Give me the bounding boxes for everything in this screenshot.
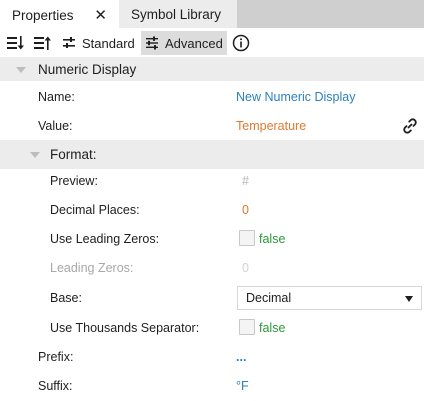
property-row-name: Name: New Numeric Display	[0, 82, 424, 111]
preview-value: #	[242, 173, 249, 188]
sort-descending-icon	[34, 36, 51, 50]
format-title: Format:	[50, 147, 97, 162]
toolbar: Standard Advanced	[0, 28, 424, 58]
property-row-decimal-places: Decimal Places: 0	[0, 195, 424, 224]
base-select-value: Decimal	[246, 291, 292, 305]
tab-symbol-library[interactable]: Symbol Library	[119, 0, 237, 28]
suffix-value[interactable]: °F	[236, 379, 249, 393]
tab-symbol-library-label: Symbol Library	[131, 6, 222, 22]
base-select[interactable]: Decimal	[237, 286, 422, 310]
leading-zeros-label: Leading Zeros:	[50, 260, 134, 275]
info-button[interactable]	[232, 31, 250, 55]
sort-ascending-button[interactable]	[6, 31, 26, 55]
dropdown-arrow-icon	[405, 296, 413, 302]
sort-descending-button[interactable]	[33, 31, 53, 55]
use-thousands-separator-label: Use Thousands Separator:	[50, 320, 200, 335]
tab-properties[interactable]: Properties ✕	[0, 0, 119, 28]
chevron-down-icon[interactable]	[16, 67, 26, 73]
use-leading-zeros-checkbox[interactable]	[239, 230, 255, 246]
section-title: Numeric Display	[38, 61, 137, 77]
chevron-down-icon[interactable]	[30, 152, 40, 158]
use-leading-zeros-label: Use Leading Zeros:	[50, 231, 160, 246]
decimal-places-value[interactable]: 0	[242, 203, 249, 217]
sliders-icon	[63, 37, 75, 48]
preview-label: Preview:	[50, 173, 98, 188]
standard-button[interactable]: Standard	[62, 31, 135, 55]
advanced-label: Advanced	[165, 35, 223, 51]
prefix-label: Prefix:	[38, 349, 74, 364]
value-label: Value:	[38, 118, 73, 133]
property-row-preview: Preview: #	[0, 166, 424, 195]
link-icon[interactable]	[401, 117, 419, 135]
standard-label: Standard	[82, 35, 135, 51]
use-leading-zeros-value: false	[259, 231, 286, 246]
advanced-button[interactable]: Advanced	[141, 31, 227, 55]
use-thousands-separator-checkbox[interactable]	[239, 319, 255, 335]
name-value[interactable]: New Numeric Display	[236, 90, 355, 104]
suffix-label: Suffix:	[38, 378, 73, 393]
sliders-icon	[146, 36, 158, 50]
property-row-leading-zeros: Leading Zeros: 0	[0, 253, 424, 282]
info-icon	[232, 34, 250, 52]
tab-properties-label: Properties	[12, 7, 74, 23]
property-row-suffix: Suffix: °F	[0, 371, 424, 400]
prefix-value[interactable]: ...	[236, 350, 246, 364]
property-row-use-leading-zeros: Use Leading Zeros: false	[0, 224, 424, 253]
section-numeric-display[interactable]: Numeric Display	[0, 57, 424, 81]
decimal-places-label: Decimal Places:	[50, 202, 140, 217]
name-label: Name:	[38, 89, 75, 104]
use-thousands-separator-value: false	[259, 320, 286, 335]
property-row-use-thousands-separator: Use Thousands Separator: false	[0, 313, 424, 342]
property-row-prefix: Prefix: ...	[0, 342, 424, 371]
property-row-value: Value: Temperature	[0, 111, 424, 140]
base-label: Base:	[50, 290, 82, 305]
section-format[interactable]: Format:	[0, 140, 424, 169]
property-row-base: Base: Decimal	[0, 283, 424, 312]
leading-zeros-value: 0	[242, 260, 249, 275]
sort-ascending-icon	[7, 36, 24, 50]
value-value[interactable]: Temperature	[236, 119, 306, 133]
close-icon[interactable]: ✕	[94, 6, 107, 24]
tab-bar: Properties ✕ Symbol Library	[0, 0, 424, 28]
